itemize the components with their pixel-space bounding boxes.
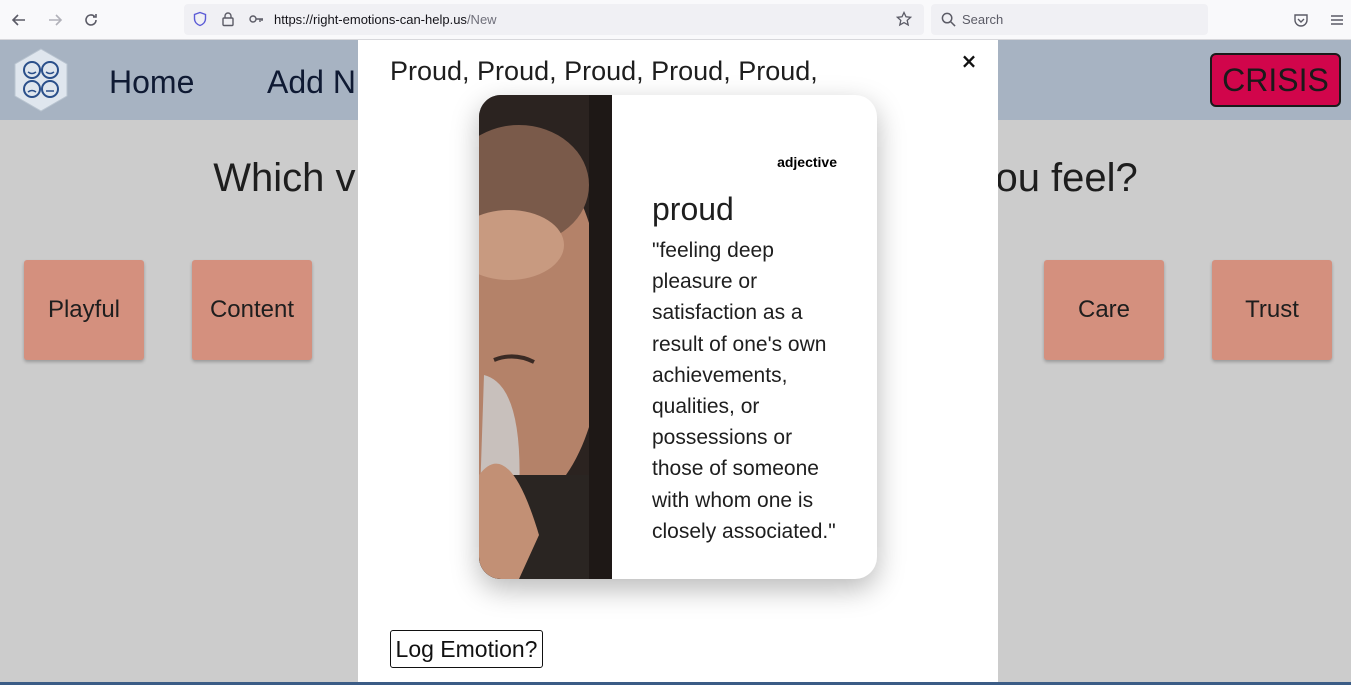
- url-text[interactable]: https://right-emotions-can-help.us/New: [274, 12, 497, 27]
- url-path: /New: [466, 12, 497, 27]
- menu-icon[interactable]: [1326, 9, 1348, 31]
- url-host: https://right-emotions-can-help.us: [274, 12, 467, 27]
- search-icon: [941, 12, 956, 27]
- card-word: proud: [652, 191, 734, 227]
- back-icon[interactable]: [8, 9, 30, 31]
- nav-home[interactable]: Home: [109, 64, 194, 101]
- shield-icon[interactable]: [192, 11, 208, 27]
- emotion-photo: [479, 95, 612, 579]
- emotion-modal: Proud, Proud, Proud, Proud, Proud, × adj…: [358, 40, 998, 685]
- key-icon[interactable]: [248, 11, 264, 27]
- emotion-button-content[interactable]: Content: [192, 260, 312, 360]
- nav-add-new[interactable]: Add N: [267, 64, 356, 101]
- question-right: ou feel?: [995, 156, 1138, 200]
- definition-card: adjective proud "feeling deep pleasure o…: [479, 95, 877, 579]
- reload-icon[interactable]: [80, 9, 102, 31]
- card-definition: "feeling deep pleasure or satisfaction a…: [652, 239, 836, 543]
- bookmark-star-icon[interactable]: [896, 11, 912, 27]
- log-emotion-button[interactable]: Log Emotion?: [390, 630, 543, 668]
- question-left: Which v: [213, 156, 356, 200]
- forward-icon[interactable]: [44, 9, 66, 31]
- url-bar[interactable]: https://right-emotions-can-help.us/New: [184, 4, 924, 35]
- pocket-icon[interactable]: [1290, 9, 1312, 31]
- search-placeholder: Search: [962, 12, 1004, 27]
- browser-toolbar: https://right-emotions-can-help.us/New S…: [0, 0, 1351, 40]
- crisis-button[interactable]: CRISIS: [1210, 53, 1341, 107]
- emotion-button-playful[interactable]: Playful: [24, 260, 144, 360]
- part-of-speech: adjective: [777, 154, 837, 170]
- lock-icon[interactable]: [220, 11, 236, 27]
- search-bar[interactable]: Search: [931, 4, 1208, 35]
- emotion-button-care[interactable]: Care: [1044, 260, 1164, 360]
- emotion-button-trust[interactable]: Trust: [1212, 260, 1332, 360]
- logo-icon[interactable]: [13, 48, 69, 112]
- modal-title: Proud, Proud, Proud, Proud, Proud,: [390, 56, 818, 86]
- close-icon[interactable]: ×: [958, 49, 980, 73]
